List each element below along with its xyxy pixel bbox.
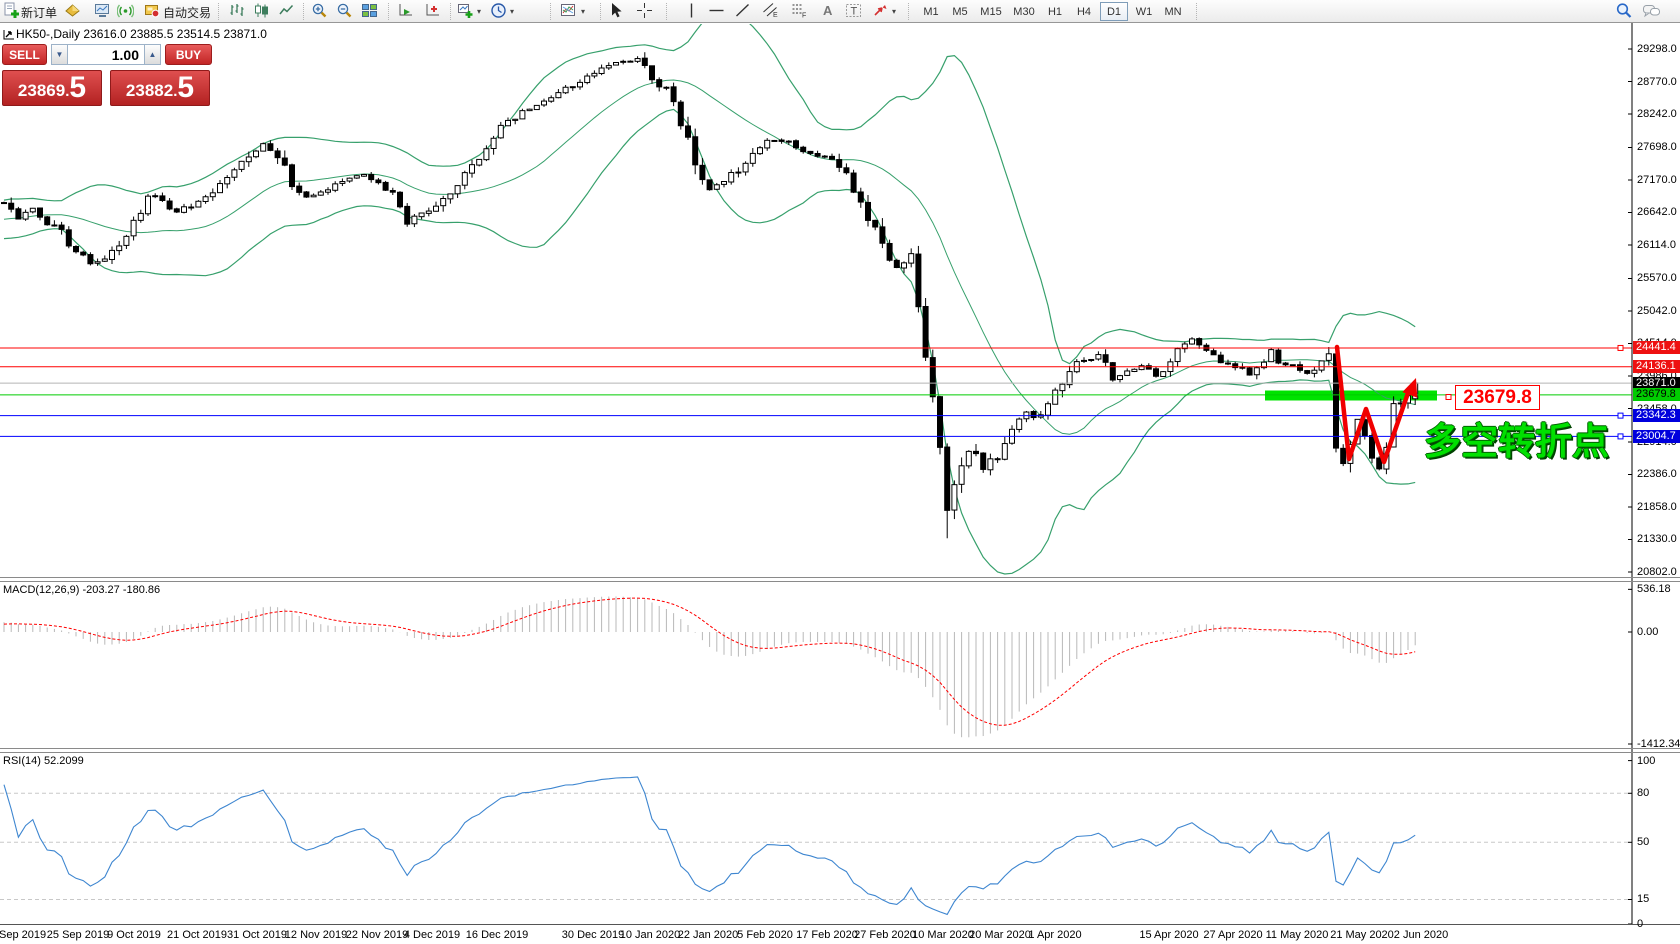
price-level-tag-23004.7: 23004.7 — [1633, 429, 1680, 443]
date-label: 10 Jan 2020 — [619, 929, 681, 941]
sell-price-int: 23869 — [17, 81, 66, 100]
price-chart-canvas[interactable] — [0, 0, 1680, 944]
turning-point-annotation[interactable]: 多空转折点 — [1424, 411, 1609, 465]
price-level-tag-23679.8: 23679.8 — [1633, 388, 1680, 402]
date-label: 5 Feb 2020 — [737, 929, 793, 941]
buy-price-button[interactable]: 23882 . 5 — [110, 70, 210, 106]
date-label: 3 Sep 2019 — [0, 929, 47, 941]
date-label: 2 Jun 2020 — [1393, 929, 1449, 941]
date-label: 27 Feb 2020 — [854, 929, 916, 941]
price-level-tag-24136.1: 24136.1 — [1633, 360, 1680, 374]
axis-tick-label: 29298.0 — [1637, 43, 1677, 55]
one-click-trading-panel: SELL ▼ ▲ BUY 23869 . 5 23882 . 5 — [2, 44, 212, 106]
date-label: 31 Oct 2019 — [227, 929, 287, 941]
axis-tick-label: 15 — [1637, 893, 1650, 906]
volume-increase-button[interactable]: ▲ — [144, 44, 161, 65]
axis-tick-label: 25570.0 — [1637, 272, 1677, 285]
rsi-label: RSI(14) 52.2099 — [3, 755, 84, 767]
line-handle[interactable] — [1617, 412, 1624, 419]
panel-separator[interactable] — [0, 577, 1680, 578]
date-label: 4 Dec 2019 — [403, 929, 461, 941]
candlestick-chart — [1, 24, 1419, 575]
rsi-line — [3, 776, 1416, 916]
date-label: 1 Apr 2020 — [1028, 929, 1082, 941]
date-label: 22 Jan 2020 — [677, 929, 739, 941]
panel-separator[interactable] — [0, 752, 1680, 753]
panel-separator — [0, 924, 1680, 925]
axis-tick-label: 100 — [1637, 754, 1656, 767]
price-callout[interactable]: 23679.8 — [1455, 385, 1540, 410]
trend-arrow-annotation[interactable] — [1334, 344, 1418, 465]
volume-input[interactable] — [68, 44, 144, 65]
axis-tick-label: 27698.0 — [1637, 141, 1677, 154]
date-label: 9 Oct 2019 — [107, 929, 161, 941]
axis-tick-label: 536.18 — [1637, 583, 1671, 596]
axis-tick-label: 26114.0 — [1637, 239, 1676, 251]
axis-tick-label: 28242.0 — [1637, 108, 1677, 120]
date-label: 27 Apr 2020 — [1203, 929, 1263, 941]
axis-tick-label: 21858.0 — [1637, 500, 1677, 513]
date-label: 16 Dec 2019 — [465, 929, 529, 941]
rsi-panel-chart — [0, 776, 1632, 916]
date-label: 12 Nov 2019 — [284, 929, 348, 941]
axis-tick-label: 28770.0 — [1637, 75, 1677, 88]
buy-button[interactable]: BUY — [165, 44, 212, 65]
price-level-tag-24441.4: 24441.4 — [1633, 341, 1680, 355]
bollinger-lower-band — [3, 108, 1416, 575]
callout-handle[interactable] — [1445, 394, 1452, 400]
date-label: 15 Apr 2020 — [1139, 929, 1199, 941]
axis-tick-label: 80 — [1637, 787, 1650, 800]
price-level-tag-23342.3: 23342.3 — [1633, 409, 1680, 423]
axis-tick-label: 21330.0 — [1637, 533, 1677, 546]
date-label: 11 May 2020 — [1265, 929, 1329, 941]
axis-tick-label: 25042.0 — [1637, 304, 1677, 317]
sell-button[interactable]: SELL — [2, 44, 47, 65]
axis-tick-label: 22386.0 — [1637, 468, 1677, 481]
axis-tick-label: 0 — [1637, 918, 1644, 930]
axis-tick-label: -1412.34 — [1637, 738, 1680, 750]
date-label: 10 Mar 2020 — [912, 929, 974, 941]
date-label: 30 Dec 2019 — [561, 929, 625, 941]
date-label: 20 Mar 2020 — [969, 929, 1031, 941]
bollinger-middle-band — [3, 79, 1416, 435]
axis-tick-label: 20802.0 — [1637, 566, 1677, 578]
axis-tick-label: 27170.0 — [1637, 173, 1677, 186]
axis-tick-label: 26642.0 — [1637, 206, 1677, 219]
volume-decrease-button[interactable]: ▼ — [51, 44, 68, 65]
macd-label: MACD(12,26,9) -203.27 -180.86 — [3, 584, 161, 596]
axis-tick-label: 0.00 — [1637, 626, 1659, 638]
panel-separator[interactable] — [0, 748, 1680, 749]
macd-signal-line — [3, 597, 1416, 726]
line-handle[interactable] — [1617, 433, 1624, 440]
buy-price-frac: 5 — [177, 71, 195, 104]
line-handle[interactable] — [1617, 344, 1624, 351]
date-label: 25 Sep 2019 — [46, 929, 110, 941]
date-label: 22 Nov 2019 — [345, 929, 409, 941]
date-label: 17 Feb 2020 — [796, 929, 858, 941]
panel-separator[interactable] — [0, 581, 1680, 582]
sell-price-button[interactable]: 23869 . 5 — [2, 70, 102, 106]
mt4-window: 新订单 自动交易 ▾ ▾ ▾ E F A T ▾ M1 M5 M15 M30 H… — [0, 0, 1680, 944]
axis-tick-label: 50 — [1637, 836, 1650, 849]
date-label: 21 Oct 2019 — [167, 929, 227, 941]
sell-price-frac: 5 — [69, 71, 87, 104]
buy-price-int: 23882 — [125, 81, 174, 100]
date-label: 21 May 2020 — [1330, 929, 1394, 941]
macd-panel-chart — [3, 596, 1416, 738]
